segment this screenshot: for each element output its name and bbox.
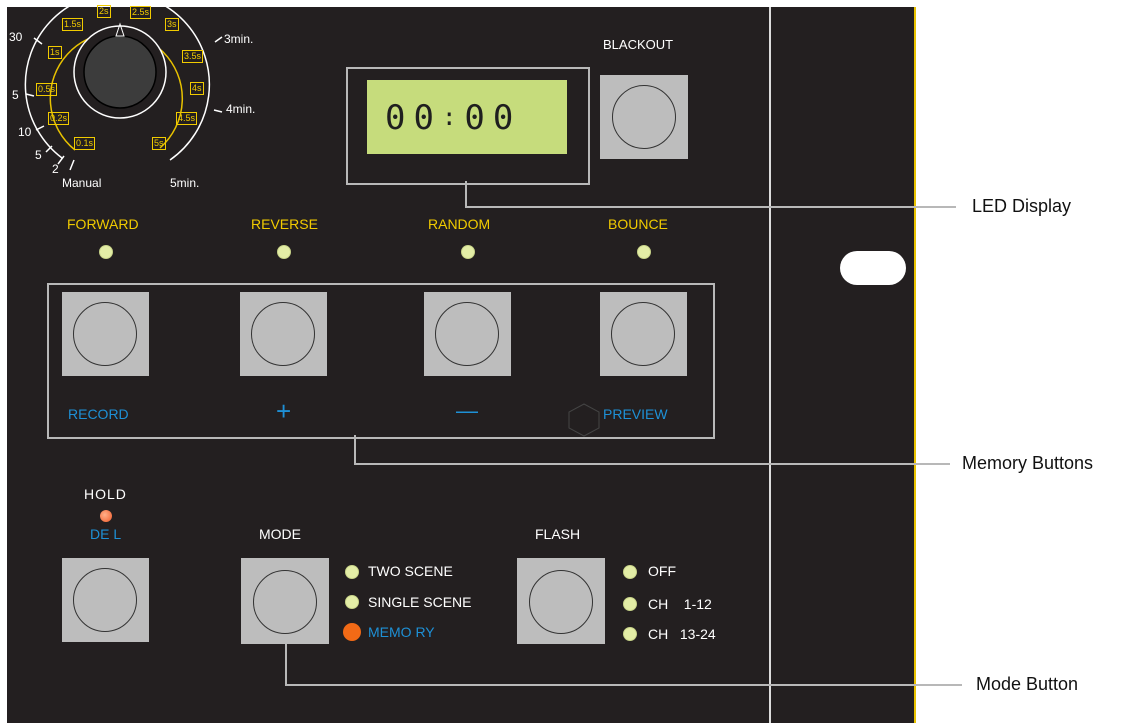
dial-label: 0.2s	[48, 112, 70, 125]
dial-scale-label: 5	[35, 148, 42, 162]
dial-scale-label: Manual	[62, 176, 102, 190]
hold-led	[100, 510, 112, 522]
dial-scale-label: 30	[9, 30, 23, 44]
two-scene-led	[345, 565, 359, 579]
blackout-button-ring	[612, 85, 676, 149]
dial-label: 3s	[165, 18, 179, 31]
dial-label: 0.1s	[74, 137, 96, 150]
led-digit: 0	[492, 98, 522, 138]
preview-button[interactable]	[600, 292, 687, 376]
single-scene-led	[345, 595, 359, 609]
memory-buttons-callout: Memory Buttons	[962, 453, 1094, 473]
dial-label: 3.5s	[182, 50, 204, 63]
dial-knob[interactable]	[83, 35, 157, 109]
flash-ch-13-24-led	[623, 627, 637, 641]
flash-label: FLASH	[535, 526, 581, 542]
panel-slot	[840, 251, 906, 285]
dial-tick	[25, 93, 35, 97]
led-display-screen: 00:00	[367, 80, 567, 154]
dial-label: 5s	[152, 137, 166, 150]
dial-tick	[213, 109, 223, 113]
random-led	[461, 245, 475, 259]
dial-label: 2s	[97, 5, 111, 18]
single-scene-label: SINGLE SCENE	[368, 594, 472, 610]
led-digit: 0	[464, 98, 493, 138]
forward-led	[99, 245, 113, 259]
record-button[interactable]	[62, 292, 149, 376]
memory-led	[343, 623, 361, 641]
plus-label: +	[276, 396, 292, 426]
bounce-label: BOUNCE	[608, 216, 668, 232]
led-display-value: 00:00	[385, 98, 521, 138]
dial-tick	[69, 159, 75, 171]
memory-mode-label: MEMO RY	[368, 624, 435, 640]
dial-tick	[214, 36, 223, 43]
dial-label: 1.5s	[62, 18, 84, 31]
minus-button[interactable]	[424, 292, 511, 376]
button-ring	[253, 570, 317, 634]
mode-button-leader	[285, 684, 962, 686]
led-display-callout: LED Display	[972, 196, 1072, 216]
dial-label: 4s	[190, 82, 204, 95]
dial-scale-label: 4min.	[226, 102, 256, 116]
mode-button-leader	[285, 644, 287, 686]
button-ring	[73, 302, 137, 366]
memory-buttons-leader	[354, 435, 356, 465]
blackout-label: BLACKOUT	[603, 37, 674, 52]
dial-label: 1s	[48, 46, 62, 59]
led-display-leader	[465, 181, 467, 208]
two-scene-label: TWO SCENE	[368, 563, 453, 579]
button-ring	[251, 302, 315, 366]
dial-scale-label: 3min.	[224, 32, 254, 46]
hold-label: HOLD	[84, 486, 127, 502]
panel-divider	[769, 7, 771, 723]
dial-scale-label: 5min.	[170, 176, 200, 190]
forward-label: FORWARD	[67, 216, 139, 232]
panel-edge	[914, 7, 916, 723]
flash-ch-1-12-label: CH 1-12	[648, 596, 712, 612]
dial-label: 2.5s	[130, 6, 152, 19]
button-ring	[611, 302, 675, 366]
del-label: DE L	[90, 526, 122, 542]
speed-dial	[24, 0, 223, 171]
led-display-leader	[465, 206, 956, 208]
memory-buttons-leader	[354, 463, 950, 465]
dial-tick	[35, 125, 45, 131]
mode-button[interactable]	[241, 558, 329, 644]
hexagon-icon	[568, 403, 600, 437]
button-ring	[73, 568, 137, 632]
dial-scale-label: 2	[52, 162, 59, 176]
flash-button[interactable]	[517, 558, 605, 644]
plus-button[interactable]	[240, 292, 327, 376]
flash-off-label: OFF	[648, 563, 676, 579]
flash-ch-1-12-led	[623, 597, 637, 611]
dial-label: 4.5s	[176, 112, 198, 125]
led-digit: 0	[385, 98, 414, 138]
reverse-led	[277, 245, 291, 259]
blackout-button[interactable]	[600, 75, 688, 159]
led-digit: 0	[413, 98, 442, 138]
dial-scale-label: 10	[18, 125, 32, 139]
reverse-label: REVERSE	[251, 216, 318, 232]
record-label: RECORD	[68, 406, 129, 422]
hold-del-button[interactable]	[62, 558, 149, 642]
minus-label: —	[456, 398, 478, 423]
button-ring	[435, 302, 499, 366]
flash-ch-13-24-label: CH 13-24	[648, 626, 716, 642]
dial-scale-label: 5	[12, 88, 19, 102]
mode-label: MODE	[259, 526, 301, 542]
bounce-led	[637, 245, 651, 259]
preview-label: PREVIEW	[603, 406, 668, 422]
random-label: RANDOM	[428, 216, 491, 232]
led-colon: :	[441, 103, 465, 131]
button-ring	[529, 570, 593, 634]
dial-label: 0.5s	[36, 83, 58, 96]
mode-button-callout: Mode Button	[976, 674, 1079, 694]
flash-off-led	[623, 565, 637, 579]
